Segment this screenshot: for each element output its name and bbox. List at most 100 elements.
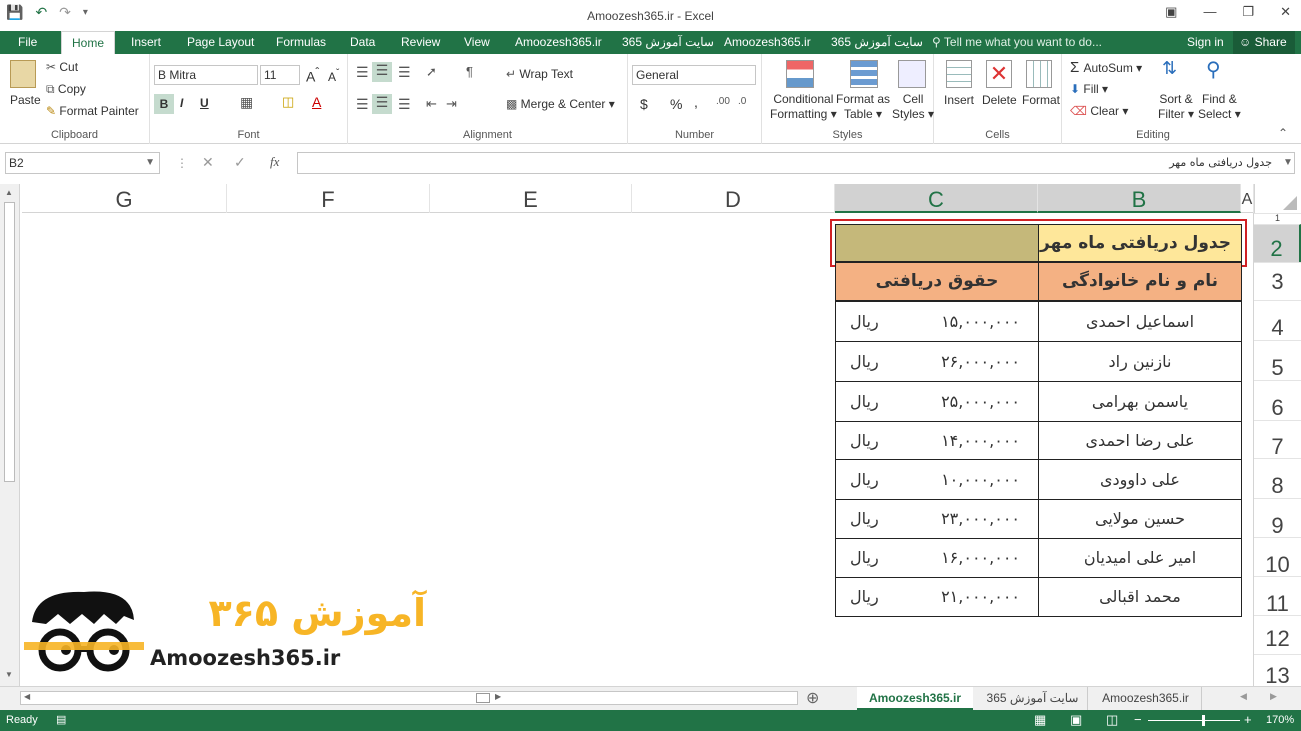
font-size-select[interactable]: 11 — [260, 65, 300, 85]
paste-icon[interactable] — [10, 60, 36, 88]
page-layout-view-icon[interactable]: ▣ — [1070, 712, 1082, 728]
wrap-text-button[interactable]: ↵ Wrap Text — [506, 67, 573, 81]
format-cells-icon[interactable] — [1026, 60, 1052, 88]
scroll-up-icon[interactable]: ▲ — [5, 188, 13, 197]
format-painter-button[interactable]: ✎ Format Painter — [46, 104, 139, 118]
row-header-9[interactable]: 9 — [1254, 498, 1301, 538]
percent-button[interactable]: % — [670, 96, 682, 112]
name-box[interactable]: B2 ▼ — [5, 152, 160, 174]
tab-amoozesh-2[interactable]: Amoozesh365.ir — [724, 31, 811, 54]
grow-font-icon[interactable]: Aˆ — [306, 66, 319, 85]
worksheet[interactable]: ▲ ▼ G F E D C B A 1 2 3 4 5 6 7 8 9 10 1… — [0, 184, 1301, 688]
increase-indent-icon[interactable]: ⇥ — [446, 96, 457, 112]
macro-record-icon[interactable]: ▤ — [56, 713, 66, 726]
format-cells-button[interactable]: Format — [1022, 93, 1060, 107]
tab-insert[interactable]: Insert — [131, 31, 161, 54]
orientation-icon[interactable]: ➚ — [426, 64, 437, 80]
font-color-icon[interactable]: A — [312, 94, 321, 110]
salary-cell[interactable]: ریال ۲۱,۰۰۰,۰۰۰ — [835, 577, 1039, 617]
shrink-font-icon[interactable]: Aˇ — [328, 68, 339, 84]
tell-me-box[interactable]: ⚲ Tell me what you want to do... — [932, 31, 1102, 54]
decrease-decimal-icon[interactable]: .0 — [738, 96, 746, 107]
cell-styles-button[interactable]: Cell Styles ▾ — [892, 92, 934, 122]
zoom-slider[interactable] — [1148, 720, 1240, 721]
expand-formula-icon[interactable]: ▼ — [1283, 157, 1293, 168]
tab-page-layout[interactable]: Page Layout — [187, 31, 254, 54]
copy-button[interactable]: ⧉ Copy — [46, 82, 86, 97]
formula-input[interactable]: جدول دریافتی ماه مهر — [297, 152, 1295, 174]
format-as-table-icon[interactable] — [850, 60, 878, 88]
find-select-button[interactable]: Find & Select ▾ — [1198, 92, 1241, 122]
column-header-d[interactable]: D — [632, 184, 835, 213]
horizontal-scrollbar[interactable]: ◀ ▶ — [20, 691, 798, 705]
column-header-e[interactable]: E — [430, 184, 632, 213]
vertical-scrollbar[interactable]: ▲ ▼ — [0, 184, 20, 686]
salary-cell[interactable]: ریال ۱۵,۰۰۰,۰۰۰ — [835, 301, 1039, 342]
salary-cell[interactable]: ریال ۲۳,۰۰۰,۰۰۰ — [835, 499, 1039, 539]
sheet-tab-amoozesh-active[interactable]: Amoozesh365.ir — [857, 687, 973, 711]
row-header-4[interactable]: 4 — [1254, 300, 1301, 340]
row-header-1[interactable]: 1 — [1254, 213, 1301, 224]
align-left-icon[interactable]: ☰ — [356, 96, 369, 113]
name-cell[interactable]: محمد اقبالی — [1038, 577, 1242, 617]
tab-site-1[interactable]: سایت آموزش 365 — [622, 31, 714, 54]
tab-view[interactable]: View — [464, 31, 490, 54]
insert-function-icon[interactable]: fx — [270, 154, 279, 170]
column-header-g[interactable]: G — [22, 184, 227, 213]
zoom-slider-thumb[interactable] — [1202, 715, 1205, 726]
name-cell[interactable]: اسماعیل احمدی — [1038, 301, 1242, 342]
clear-button[interactable]: ⌫ Clear ▾ — [1070, 104, 1128, 118]
tab-formulas[interactable]: Formulas — [276, 31, 326, 54]
row-header-10[interactable]: 10 — [1254, 537, 1301, 577]
delete-cells-button[interactable]: Delete — [982, 93, 1017, 107]
prev-sheet-icon[interactable]: ◀ — [1240, 691, 1247, 702]
tab-review[interactable]: Review — [401, 31, 440, 54]
row-header-5[interactable]: 5 — [1254, 340, 1301, 380]
underline-icon[interactable]: U — [200, 96, 209, 110]
row-header-3[interactable]: 3 — [1254, 262, 1301, 300]
delete-cells-icon[interactable]: ✕ — [986, 60, 1012, 88]
header-name-cell[interactable]: نام و نام خانوادگی — [1038, 262, 1242, 301]
sheet-tab-amoozesh[interactable]: Amoozesh365.ir — [1090, 687, 1202, 711]
number-format-select[interactable]: General — [632, 65, 756, 85]
share-button[interactable]: ☺ Share — [1233, 31, 1295, 54]
restore-icon[interactable]: ❐ — [1242, 4, 1254, 20]
currency-button[interactable]: $ — [640, 96, 648, 112]
align-middle-icon[interactable]: ☰ — [372, 62, 392, 82]
cut-button[interactable]: ✂ Cut — [46, 60, 78, 74]
row-header-8[interactable]: 8 — [1254, 458, 1301, 498]
merge-center-button[interactable]: ▩ Merge & Center ▾ — [506, 97, 615, 111]
insert-cells-icon[interactable] — [946, 60, 972, 88]
font-name-select[interactable]: B Mitra — [154, 65, 258, 85]
sort-filter-icon[interactable]: ⇅ — [1162, 58, 1177, 79]
row-header-6[interactable]: 6 — [1254, 380, 1301, 420]
row-header-7[interactable]: 7 — [1254, 420, 1301, 459]
borders-icon[interactable]: ▦ — [240, 94, 253, 111]
name-cell[interactable]: حسین مولایی — [1038, 499, 1242, 539]
new-sheet-icon[interactable]: ⊕ — [806, 688, 819, 708]
ribbon-display-icon[interactable]: ▣ — [1165, 4, 1177, 20]
salary-cell[interactable]: ریال ۲۵,۰۰۰,۰۰۰ — [835, 381, 1039, 422]
zoom-out-icon[interactable]: − — [1134, 712, 1142, 727]
collapse-ribbon-icon[interactable]: ⌃ — [1278, 126, 1288, 140]
fill-button[interactable]: ⬇ Fill ▾ — [1070, 82, 1108, 96]
tab-site-2[interactable]: سایت آموزش 365 — [831, 31, 923, 54]
conditional-formatting-icon[interactable] — [786, 60, 814, 88]
decrease-indent-icon[interactable]: ⇤ — [426, 96, 437, 112]
align-bottom-icon[interactable]: ☰ — [398, 64, 411, 81]
sheet-tab-site[interactable]: سایت آموزش 365 — [978, 687, 1088, 711]
select-all-corner[interactable] — [1254, 184, 1301, 213]
salary-cell[interactable]: ریال ۱۴,۰۰۰,۰۰۰ — [835, 421, 1039, 460]
search-icon[interactable]: ⚲ — [1206, 57, 1221, 82]
next-sheet-icon[interactable]: ▶ — [1270, 691, 1277, 702]
name-cell[interactable]: نازنین راد — [1038, 341, 1242, 382]
minimize-icon[interactable]: — — [1203, 4, 1216, 20]
normal-view-icon[interactable]: ▦ — [1034, 712, 1046, 728]
salary-cell[interactable]: ریال ۱۶,۰۰۰,۰۰۰ — [835, 538, 1039, 578]
column-header-a[interactable]: A — [1241, 184, 1254, 213]
enter-icon[interactable]: ✓ — [234, 154, 246, 171]
comma-button[interactable]: , — [694, 94, 698, 110]
align-center-icon[interactable]: ☰ — [372, 94, 392, 114]
salary-cell[interactable]: ریال ۱۰,۰۰۰,۰۰۰ — [835, 459, 1039, 500]
header-salary-cell[interactable]: حقوق دریافتی — [835, 262, 1039, 301]
